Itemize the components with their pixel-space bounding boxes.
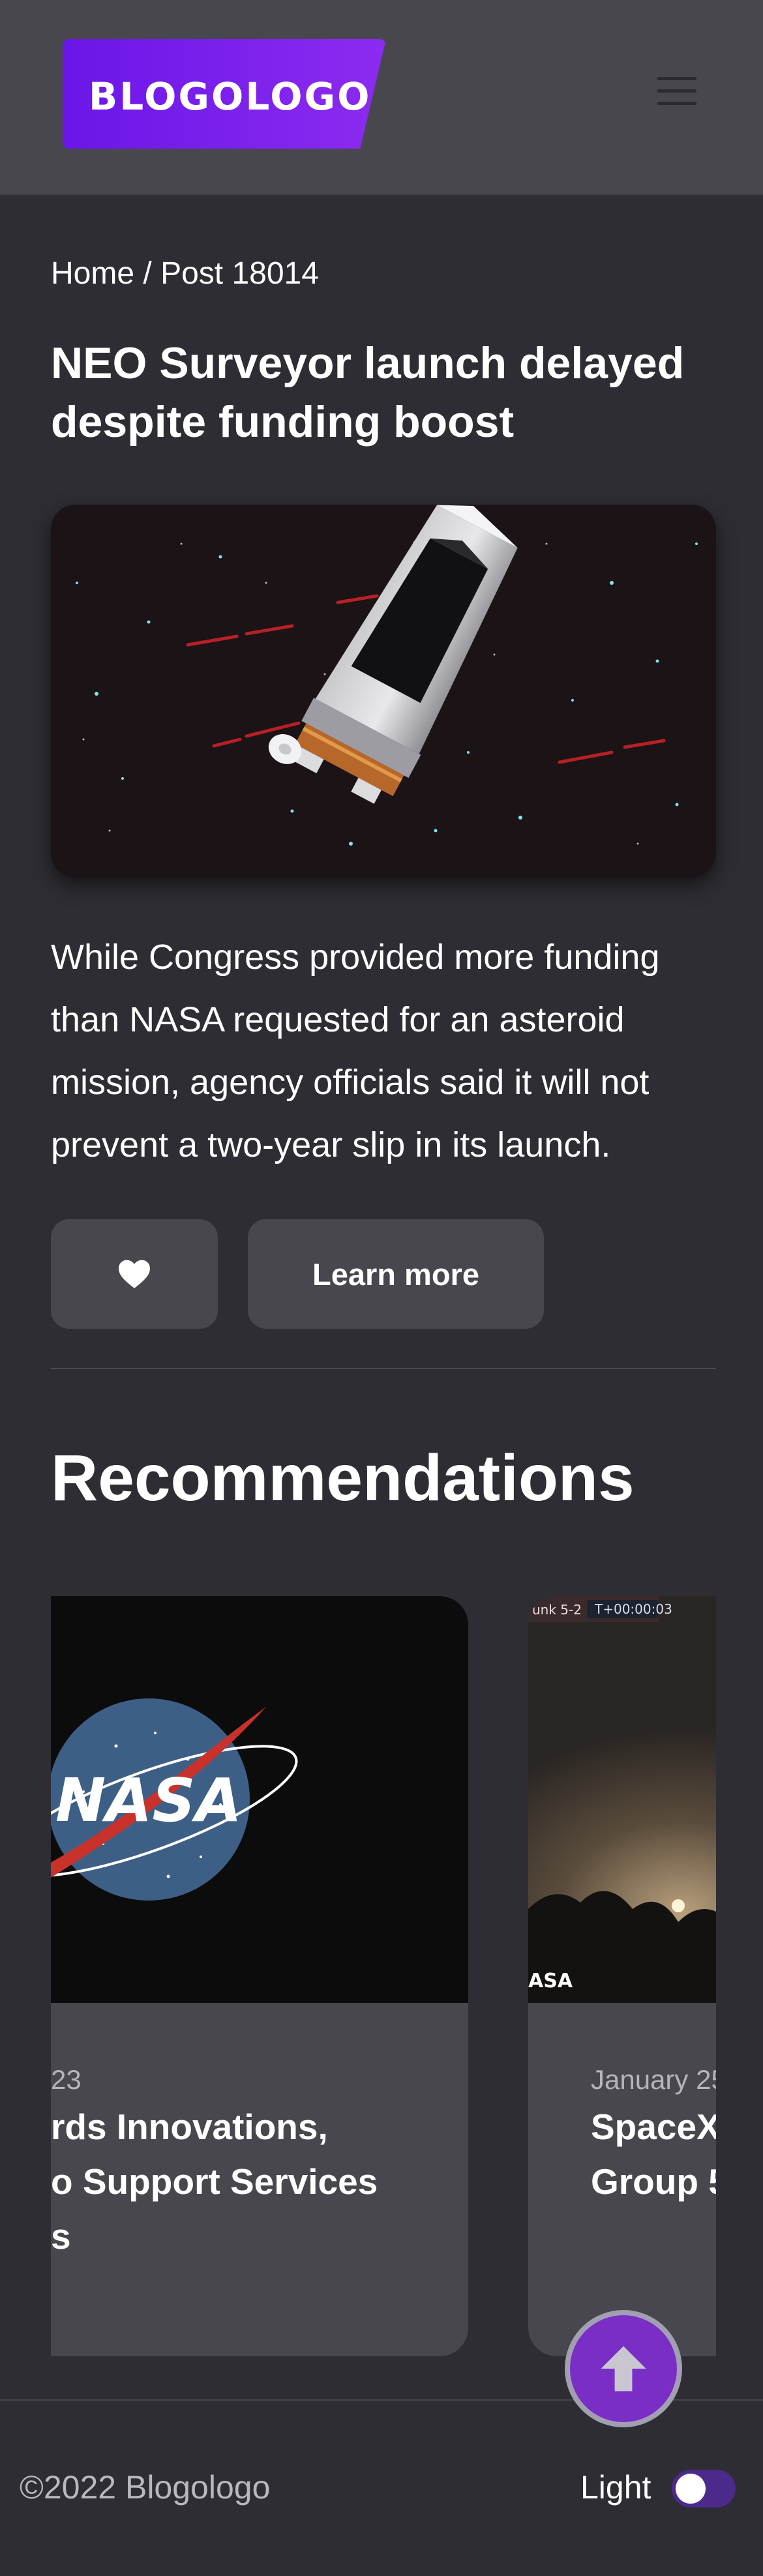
breadcrumb-current: Post 18014: [160, 256, 319, 291]
recommendations-carousel[interactable]: NASA 23 rds Innovations, o Support Servi…: [51, 1596, 716, 2359]
video-timer: T+00:00:03: [594, 1601, 672, 1617]
recommendation-card[interactable]: NASA 23 rds Innovations, o Support Servi…: [51, 1596, 468, 2356]
breadcrumb-home-link[interactable]: Home: [51, 256, 134, 291]
card-title[interactable]: SpaceX Group 5: [591, 2099, 716, 2209]
telescope-image: [51, 505, 716, 878]
breadcrumb: Home / Post 18014: [51, 256, 319, 291]
card-date: January 25: [591, 2064, 716, 2095]
copyright-text: ©2022 Blogologo: [20, 2469, 271, 2506]
card-image: unk 5-2 T+00:00:03 ASA: [528, 1596, 716, 2003]
card-date: 23: [51, 2064, 82, 2095]
toggle-knob: [676, 2474, 706, 2504]
card-title-line: o Support Services: [51, 2161, 378, 2202]
card-title-line: s: [51, 2216, 71, 2257]
nasa-logo-image: NASA: [51, 1596, 468, 2003]
scroll-to-top-button[interactable]: [565, 2310, 682, 2427]
arrow-up-icon: [601, 2346, 646, 2391]
card-title-line: Group 5: [591, 2161, 716, 2202]
launch-photo-image: unk 5-2 T+00:00:03 ASA: [528, 1596, 716, 2003]
post-title: NEO Surveyor launch delayed despite fund…: [51, 338, 685, 447]
svg-text:NASA: NASA: [55, 1766, 242, 1835]
breadcrumb-separator: /: [134, 256, 161, 291]
logo-text: BLOGOLOGO: [89, 74, 372, 119]
video-overlay-label: unk 5-2: [532, 1602, 582, 1618]
card-title-line: SpaceX: [591, 2107, 716, 2147]
theme-toggle[interactable]: [672, 2470, 736, 2508]
heart-icon: [119, 1260, 150, 1288]
watermark-text: ASA: [528, 1970, 573, 1992]
recommendations-heading: Recommendations: [51, 1442, 635, 1515]
hamburger-menu-icon[interactable]: [657, 77, 696, 110]
like-button[interactable]: [51, 1219, 218, 1329]
learn-more-button[interactable]: Learn more: [248, 1219, 544, 1329]
section-divider: [51, 1368, 716, 1369]
post-hero-image: [51, 505, 716, 878]
site-logo[interactable]: BLOGOLOGO: [63, 39, 386, 149]
card-title[interactable]: rds Innovations, o Support Services s: [51, 2099, 468, 2264]
theme-label: Light: [580, 2469, 651, 2506]
recommendation-card[interactable]: unk 5-2 T+00:00:03 ASA January 25 SpaceX…: [528, 1596, 716, 2356]
post-description: While Congress provided more funding tha…: [51, 938, 660, 1164]
card-title-line: rds Innovations,: [51, 2107, 328, 2147]
site-header: BLOGOLOGO: [0, 0, 763, 196]
card-image: NASA: [51, 1596, 468, 2003]
